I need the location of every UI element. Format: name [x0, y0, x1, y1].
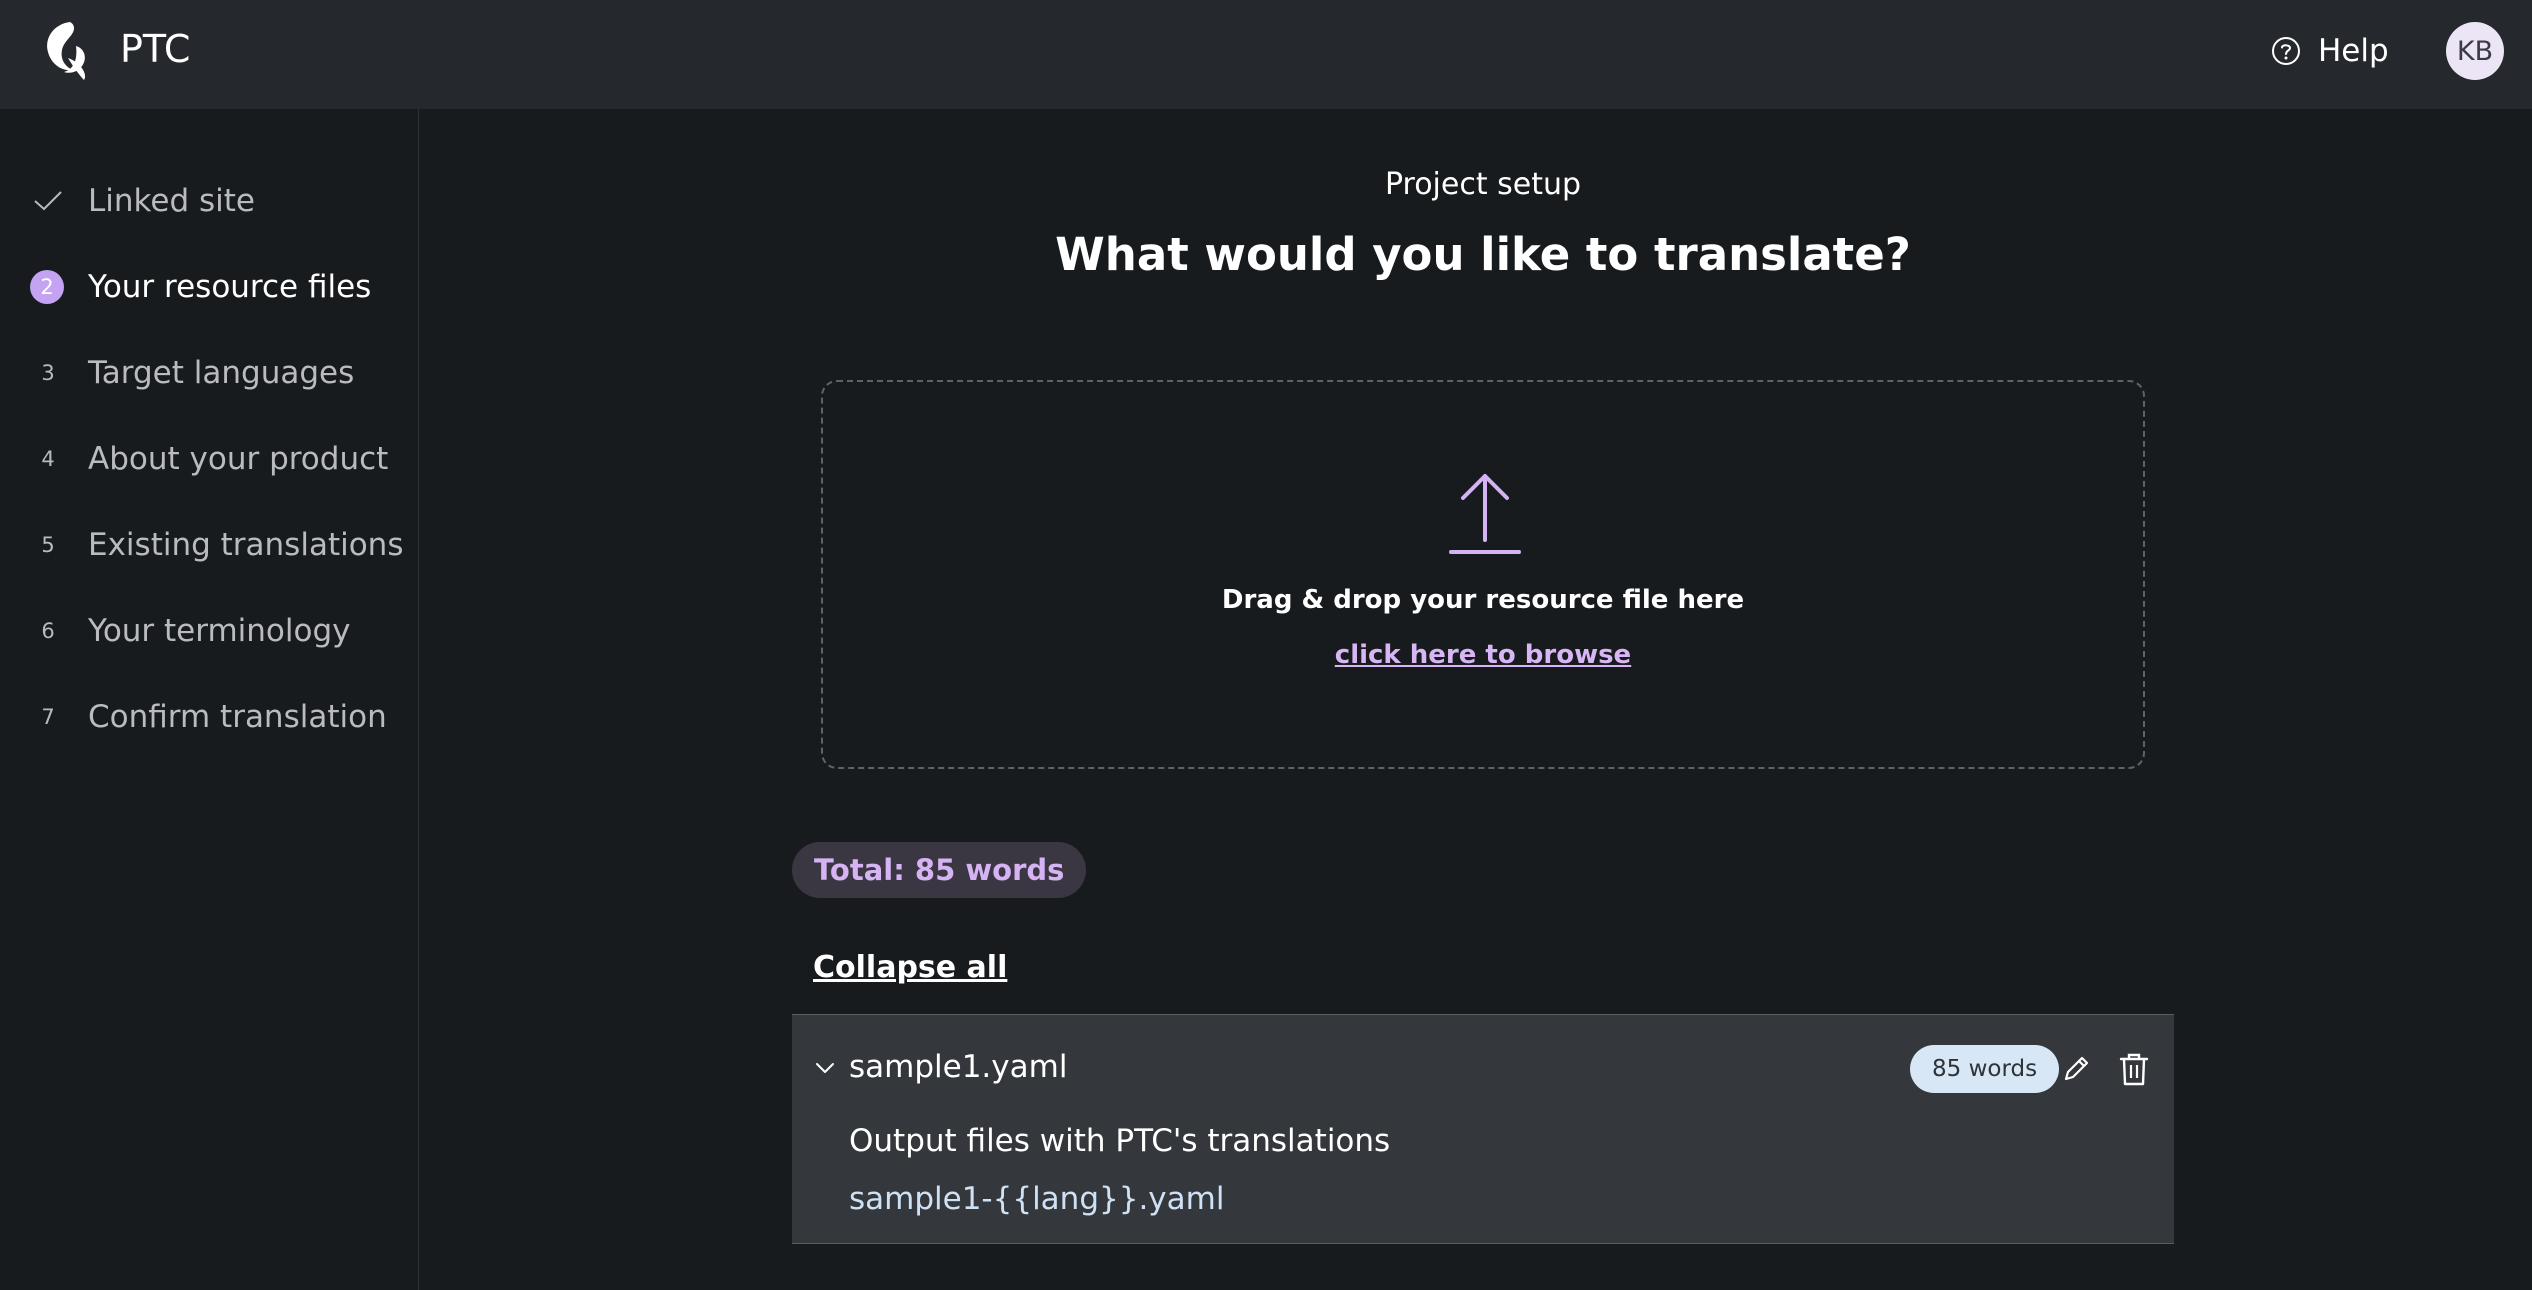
- brand-name: PTC: [120, 27, 191, 71]
- checkmark-icon: [30, 183, 66, 219]
- setup-steps-sidebar: Linked site 2 Your resource files 3 Targ…: [0, 109, 419, 1290]
- step-target-languages[interactable]: 3 Target languages: [0, 343, 418, 403]
- pencil-icon[interactable]: [2060, 1053, 2092, 1085]
- step-linked-site[interactable]: Linked site: [0, 171, 418, 231]
- step-resource-files[interactable]: 2 Your resource files: [0, 257, 418, 317]
- step-number: 3: [41, 361, 55, 385]
- step-number: 4: [41, 447, 55, 471]
- user-avatar[interactable]: KB: [2446, 22, 2504, 80]
- help-label: Help: [2318, 33, 2389, 69]
- upload-icon: [1449, 474, 1521, 554]
- top-bar: PTC Help KB: [0, 0, 2532, 109]
- file-name: sample1.yaml: [849, 1049, 1068, 1085]
- step-label: Linked site: [88, 183, 255, 219]
- step-existing-translations[interactable]: 5 Existing translations: [0, 515, 418, 575]
- chevron-down-icon[interactable]: [812, 1055, 838, 1081]
- step-label: Target languages: [88, 355, 355, 391]
- step-about-product[interactable]: 4 About your product: [0, 429, 418, 489]
- step-label: Confirm translation: [88, 699, 387, 735]
- step-label: Your terminology: [88, 613, 351, 649]
- output-files-label: Output files with PTC's translations: [849, 1123, 1391, 1159]
- collapse-all-link[interactable]: Collapse all: [813, 950, 1007, 985]
- step-confirm-translation[interactable]: 7 Confirm translation: [0, 687, 418, 747]
- step-number: 7: [41, 705, 55, 729]
- step-number: 5: [41, 533, 55, 557]
- page-eyebrow: Project setup: [1384, 167, 1582, 202]
- file-word-count-badge: 85 words: [1910, 1045, 2060, 1093]
- total-words-badge: Total: 85 words: [792, 842, 1087, 898]
- step-number: 6: [41, 619, 55, 643]
- step-label: Existing translations: [88, 527, 404, 563]
- ptc-logo-icon[interactable]: [40, 18, 98, 84]
- page-title: What would you like to translate?: [1055, 228, 1911, 281]
- trash-icon[interactable]: [2118, 1051, 2150, 1087]
- dropzone-instructions: Drag & drop your resource file here: [1221, 585, 1745, 615]
- step-label: Your resource files: [88, 269, 372, 305]
- step-terminology[interactable]: 6 Your terminology: [0, 601, 418, 661]
- output-file-pattern: sample1-{{lang}}.yaml: [849, 1181, 1225, 1217]
- file-dropzone[interactable]: Drag & drop your resource file here clic…: [821, 380, 2145, 769]
- browse-files-link[interactable]: click here to browse: [823, 640, 2143, 670]
- resource-file-card: sample1.yaml 85 words Output files with …: [792, 1014, 2174, 1244]
- step-label: About your product: [88, 441, 389, 477]
- help-icon: [2272, 37, 2300, 65]
- step-number: 2: [30, 270, 64, 304]
- help-button[interactable]: Help: [2270, 30, 2389, 72]
